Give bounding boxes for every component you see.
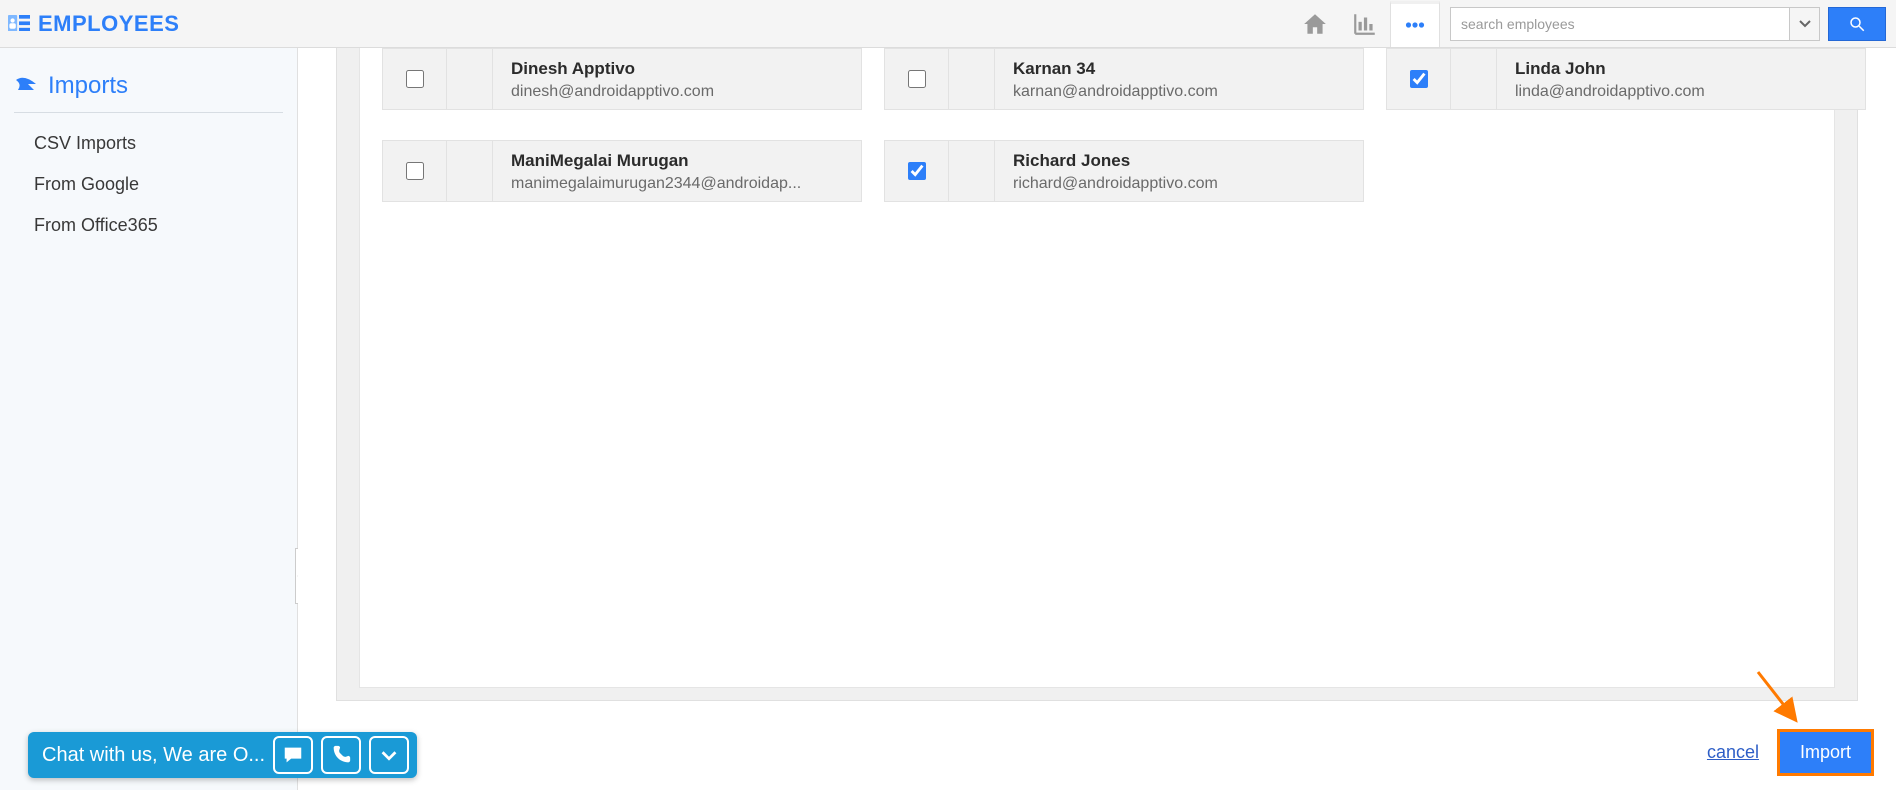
search-button[interactable] bbox=[1828, 7, 1886, 41]
more-icon-button[interactable] bbox=[1390, 1, 1440, 47]
chat-message-button[interactable] bbox=[273, 736, 313, 774]
employee-email: karnan@androidapptivo.com bbox=[1013, 83, 1345, 101]
cancel-link[interactable]: cancel bbox=[1707, 742, 1759, 763]
chat-call-button[interactable] bbox=[321, 736, 361, 774]
employee-info: Richard Jones richard@androidapptivo.com bbox=[995, 141, 1363, 201]
employee-card: Linda John linda@androidapptivo.com bbox=[1386, 48, 1866, 110]
employee-card: Karnan 34 karnan@androidapptivo.com bbox=[884, 48, 1364, 110]
employees-app-icon bbox=[8, 15, 30, 33]
sidebar: Imports CSV Imports From Google From Off… bbox=[0, 48, 298, 790]
more-horizontal-icon bbox=[1402, 12, 1428, 38]
header: EMPLOYEES bbox=[0, 0, 1896, 48]
employee-email: manimegalaimurugan2344@androidap... bbox=[511, 175, 843, 193]
search-dropdown-button[interactable] bbox=[1790, 7, 1820, 41]
employee-checkbox[interactable] bbox=[1410, 70, 1428, 88]
sidebar-item-label: From Office365 bbox=[34, 215, 158, 235]
layout: Imports CSV Imports From Google From Off… bbox=[0, 48, 1896, 790]
reports-icon-button[interactable] bbox=[1340, 1, 1390, 47]
employee-grid-area: Dinesh Apptivo dinesh@androidapptivo.com K… bbox=[360, 48, 1834, 302]
employee-checkbox[interactable] bbox=[908, 70, 926, 88]
sidebar-item-from-office365[interactable]: From Office365 bbox=[14, 205, 283, 246]
sidebar-heading: Imports bbox=[14, 72, 283, 113]
employee-info: Karnan 34 karnan@androidapptivo.com bbox=[995, 49, 1363, 109]
chevron-down-icon bbox=[1799, 20, 1811, 28]
chat-widget[interactable]: Chat with us, We are O... bbox=[28, 732, 417, 778]
employee-checkbox[interactable] bbox=[406, 70, 424, 88]
footer-actions: cancel Import bbox=[1707, 729, 1874, 776]
bar-chart-icon bbox=[1352, 11, 1378, 37]
employee-name: Richard Jones bbox=[1013, 151, 1345, 171]
chat-collapse-button[interactable] bbox=[369, 736, 409, 774]
search-input[interactable] bbox=[1450, 7, 1790, 41]
employee-avatar-cell bbox=[949, 141, 995, 201]
home-icon-button[interactable] bbox=[1290, 1, 1340, 47]
employee-name: Karnan 34 bbox=[1013, 59, 1345, 79]
sidebar-heading-label: Imports bbox=[48, 72, 128, 100]
employee-checkbox[interactable] bbox=[908, 162, 926, 180]
employee-checkbox-cell bbox=[1387, 49, 1451, 109]
home-icon bbox=[1302, 11, 1328, 37]
employee-name: Dinesh Apptivo bbox=[511, 59, 843, 79]
employee-avatar-cell bbox=[447, 49, 493, 109]
search-wrap bbox=[1450, 7, 1886, 41]
panel-body: Dinesh Apptivo dinesh@androidapptivo.com K… bbox=[359, 48, 1835, 688]
header-right bbox=[1290, 1, 1886, 47]
main: Dinesh Apptivo dinesh@androidapptivo.com K… bbox=[298, 48, 1896, 790]
import-button[interactable]: Import bbox=[1777, 729, 1874, 776]
employee-checkbox-cell bbox=[383, 49, 447, 109]
employee-info: Linda John linda@androidapptivo.com bbox=[1497, 49, 1865, 109]
phone-icon bbox=[330, 744, 352, 766]
chevron-down-icon bbox=[378, 744, 400, 766]
sidebar-item-from-google[interactable]: From Google bbox=[14, 164, 283, 205]
chat-bubble-icon bbox=[282, 744, 304, 766]
employee-email: dinesh@androidapptivo.com bbox=[511, 83, 843, 101]
employee-name: Linda John bbox=[1515, 59, 1847, 79]
employee-info: ManiMegalai Murugan manimegalaimurugan234… bbox=[493, 141, 861, 201]
sidebar-item-csv-imports[interactable]: CSV Imports bbox=[14, 123, 283, 164]
employee-email: richard@androidapptivo.com bbox=[1013, 175, 1345, 193]
employee-checkbox[interactable] bbox=[406, 162, 424, 180]
employee-card: Dinesh Apptivo dinesh@androidapptivo.com bbox=[382, 48, 862, 110]
chat-widget-text: Chat with us, We are O... bbox=[42, 744, 265, 767]
employee-email: linda@androidapptivo.com bbox=[1515, 83, 1847, 101]
import-arrow-icon bbox=[14, 76, 38, 96]
header-left: EMPLOYEES bbox=[8, 11, 179, 37]
search-icon bbox=[1848, 15, 1866, 33]
app-title: EMPLOYEES bbox=[38, 11, 179, 37]
panel-outer: Dinesh Apptivo dinesh@androidapptivo.com K… bbox=[336, 48, 1858, 701]
employee-card: Richard Jones richard@androidapptivo.com bbox=[884, 140, 1364, 202]
employee-avatar-cell bbox=[949, 49, 995, 109]
sidebar-item-label: CSV Imports bbox=[34, 133, 136, 153]
employee-avatar-cell bbox=[1451, 49, 1497, 109]
employee-checkbox-cell bbox=[383, 141, 447, 201]
employee-checkbox-cell bbox=[885, 141, 949, 201]
employee-checkbox-cell bbox=[885, 49, 949, 109]
employee-grid: Dinesh Apptivo dinesh@androidapptivo.com K… bbox=[382, 48, 1812, 202]
employee-card: ManiMegalai Murugan manimegalaimurugan234… bbox=[382, 140, 862, 202]
employee-avatar-cell bbox=[447, 141, 493, 201]
employee-name: ManiMegalai Murugan bbox=[511, 151, 843, 171]
employee-info: Dinesh Apptivo dinesh@androidapptivo.com bbox=[493, 49, 861, 109]
sidebar-item-label: From Google bbox=[34, 174, 139, 194]
